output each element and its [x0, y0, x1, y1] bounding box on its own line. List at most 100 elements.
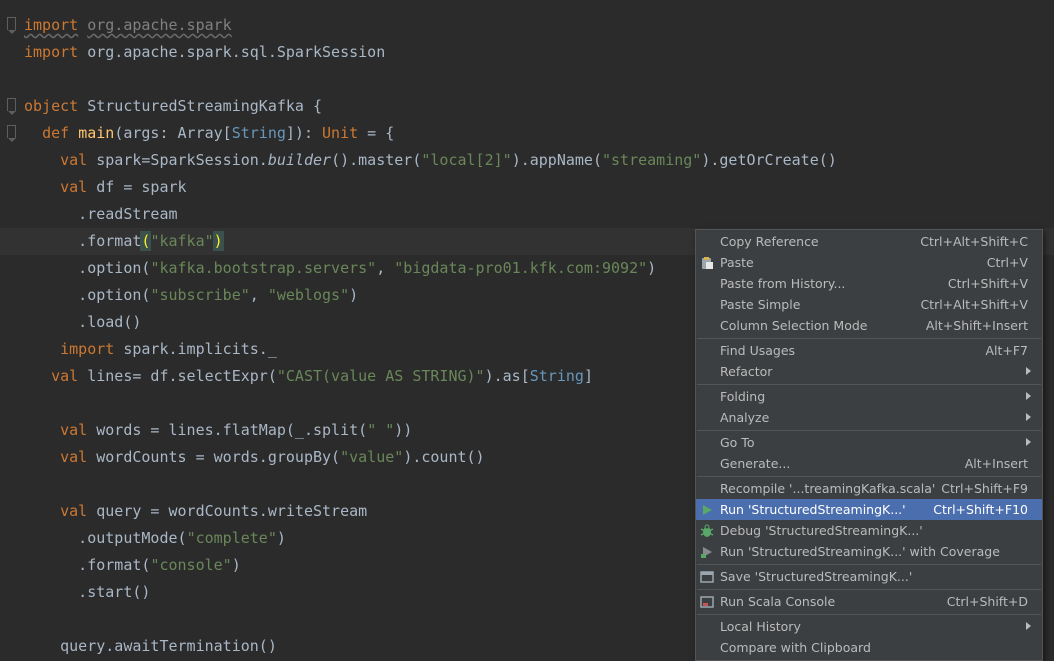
menu-item-folding[interactable]: Folding [696, 386, 1042, 407]
code-text: .option("kafka.bootstrap.servers", "bigd… [24, 255, 656, 282]
code-line[interactable]: val spark=SparkSession.builder().master(… [0, 147, 1054, 174]
code-token: ).getOrCreate() [701, 151, 837, 169]
menu-item-save-structuredstreamingk[interactable]: Save 'StructuredStreamingK...' [696, 566, 1042, 587]
code-token: ) [647, 259, 657, 277]
menu-item-analyze[interactable]: Analyze [696, 407, 1042, 428]
code-line[interactable]: .readStream [0, 201, 1054, 228]
menu-item-find-usages[interactable]: Find Usages Alt+F7 [696, 340, 1042, 361]
menu-item-label: Debug 'StructuredStreamingK...' [720, 523, 923, 538]
code-token: ).count() [403, 448, 485, 466]
code-line[interactable] [0, 66, 1054, 93]
code-token: ().master( [331, 151, 422, 169]
menu-item-copy-reference[interactable]: Copy Reference Ctrl+Alt+Shift+C [696, 231, 1042, 252]
menu-item-recompile-treamingkafka-scala[interactable]: Recompile '...treamingKafka.scala' Ctrl+S… [696, 478, 1042, 499]
code-token: ] [583, 367, 593, 385]
code-token: "streaming" [602, 151, 702, 169]
menu-item-paste-simple[interactable]: Paste Simple Ctrl+Alt+Shift+V [696, 294, 1042, 315]
menu-separator [697, 589, 1041, 590]
code-token: ) [231, 556, 241, 574]
code-token: val [60, 448, 88, 466]
menu-item-label: Analyze [720, 410, 770, 425]
fold-marker-icon[interactable] [7, 17, 16, 34]
menu-item-label: Copy Reference [720, 234, 819, 249]
menu-item-label: Recompile '...treamingKafka.scala' [720, 481, 936, 496]
code-token: wordCounts = words.groupBy( [87, 448, 341, 466]
code-token: "console" [150, 556, 232, 574]
menu-item-label: Save 'StructuredStreamingK...' [720, 569, 913, 584]
menu-item-compare-with-clipboard[interactable]: Compare with Clipboard [696, 637, 1042, 658]
code-line[interactable]: object StructuredStreamingKafka { [0, 93, 1054, 120]
code-token: )) [394, 421, 413, 439]
code-token: import [24, 16, 79, 34]
code-token: "complete" [186, 529, 277, 547]
code-text: import spark.implicits._ [24, 336, 277, 363]
console-icon [700, 594, 714, 608]
code-token: Unit [322, 124, 359, 142]
code-text: val wordCounts = words.groupBy("value").… [24, 444, 485, 471]
code-text: val spark=SparkSession.builder().master(… [24, 147, 837, 174]
submenu-arrow-icon [1026, 367, 1031, 375]
code-token: query = wordCounts.writeStream [87, 502, 368, 520]
code-token: "bigdata-pro01.kfk.com:9092" [394, 259, 648, 277]
code-token: "kafka.bootstrap.servers" [150, 259, 377, 277]
code-token: import [24, 43, 79, 61]
menu-item-label: Refactor [720, 364, 773, 379]
code-token: .option( [24, 259, 151, 277]
code-token: "local[2]" [421, 151, 512, 169]
menu-item-run-structuredstreamingk[interactable]: Run 'StructuredStreamingK...' Ctrl+Shift+… [696, 499, 1042, 520]
code-token: (args: Array[ [114, 124, 232, 142]
menu-item-label: Paste from History... [720, 276, 846, 291]
run-icon [700, 502, 714, 516]
menu-item-label: Run Scala Console [720, 594, 836, 609]
menu-item-column-selection-mode[interactable]: Column Selection Mode Alt+Shift+Insert [696, 315, 1042, 336]
menu-item-shortcut: Ctrl+Shift+D [946, 594, 1028, 609]
menu-item-local-history[interactable]: Local History [696, 616, 1042, 637]
menu-item-label: Paste [720, 255, 754, 270]
code-token: val [60, 421, 88, 439]
menu-item-label: Compare with Clipboard [720, 640, 871, 655]
menu-item-go-to[interactable]: Go To [696, 432, 1042, 453]
menu-item-run-scala-console[interactable]: Run Scala Console Ctrl+Shift+D [696, 591, 1042, 612]
menu-item-paste[interactable]: Paste Ctrl+V [696, 252, 1042, 273]
menu-item-generate[interactable]: Generate... Alt+Insert [696, 453, 1042, 474]
menu-item-refactor[interactable]: Refactor [696, 361, 1042, 382]
fold-marker-icon[interactable] [7, 125, 16, 142]
code-token: lines= df.selectExpr( [78, 367, 277, 385]
menu-item-shortcut: Alt+Shift+Insert [925, 318, 1028, 333]
code-token: object [24, 97, 79, 115]
menu-separator [697, 476, 1041, 477]
code-token: query.awaitTermination() [24, 637, 277, 655]
menu-item-paste-from-history[interactable]: Paste from History... Ctrl+Shift+V [696, 273, 1042, 294]
code-token: .format [24, 232, 142, 250]
menu-separator [697, 614, 1041, 615]
code-token: , [249, 286, 268, 304]
menu-item-run-structuredstreamingk-with-coverage[interactable]: Run 'StructuredStreamingK...' with Cover… [696, 541, 1042, 562]
menu-separator [697, 338, 1041, 339]
menu-separator [697, 384, 1041, 385]
menu-item-shortcut: Ctrl+Shift+F9 [941, 481, 1028, 496]
submenu-arrow-icon [1026, 392, 1031, 400]
code-token: .option( [24, 286, 151, 304]
menu-item-label: Column Selection Mode [720, 318, 868, 333]
code-token: " " [367, 421, 395, 439]
code-token: .start() [24, 583, 151, 601]
code-line[interactable]: val df = spark [0, 174, 1054, 201]
code-token: String [529, 367, 584, 385]
menu-item-shortcut: Ctrl+Alt+Shift+V [920, 297, 1028, 312]
menu-item-debug-structuredstreamingk[interactable]: Debug 'StructuredStreamingK...' [696, 520, 1042, 541]
menu-item-shortcut: Ctrl+Shift+F10 [933, 502, 1028, 517]
code-line[interactable]: import org.apache.spark.sql.SparkSession [0, 39, 1054, 66]
code-token: ).as[ [484, 367, 530, 385]
paste-icon [700, 255, 714, 269]
code-line[interactable]: import org.apache.spark [0, 12, 1054, 39]
code-line[interactable]: def main(args: Array[String]): Unit = { [0, 120, 1054, 147]
menu-item-shortcut: Ctrl+Alt+Shift+C [920, 234, 1028, 249]
fold-marker-icon[interactable] [7, 98, 16, 115]
code-text: .format("kafka") [24, 228, 224, 255]
code-token: .readStream [24, 205, 178, 223]
code-text: .start() [24, 579, 150, 606]
